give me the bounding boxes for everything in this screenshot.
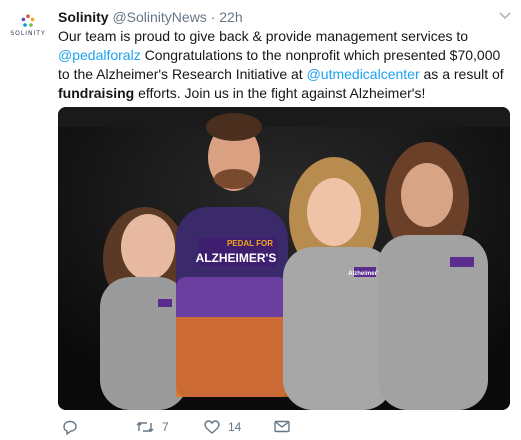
like-count: 14 bbox=[228, 420, 242, 434]
shirt-logo-text: Alzheimer's bbox=[348, 271, 382, 277]
jersey-text-line2: ALZHEIMER'S bbox=[196, 251, 277, 265]
tweet-photo[interactable]: PEDAL FOR ALZHEIMER'S Alzheimer's bbox=[58, 107, 510, 410]
direct-message-button[interactable] bbox=[274, 420, 290, 433]
separator: · bbox=[210, 9, 216, 25]
retweet-icon bbox=[136, 422, 154, 432]
text-part: Our team is proud to give back & provide… bbox=[58, 28, 469, 44]
avatar[interactable]: SOLINITY bbox=[8, 14, 48, 54]
timestamp[interactable]: 22h bbox=[219, 9, 242, 25]
author-name[interactable]: Solinity bbox=[58, 9, 109, 25]
text-part: efforts. Join us in the fight against Al… bbox=[134, 85, 426, 101]
reply-icon bbox=[63, 420, 77, 435]
chevron-down-icon[interactable] bbox=[499, 12, 511, 20]
brand-logo-text: SOLINITY bbox=[10, 30, 46, 37]
jersey-text-line1: PEDAL FOR bbox=[227, 239, 273, 248]
text-part: as a result of bbox=[419, 66, 504, 82]
retweet-count: 7 bbox=[162, 420, 169, 434]
tweet-actions: 7 14 bbox=[58, 420, 498, 438]
tweet-text: Our team is proud to give back & provide… bbox=[58, 27, 513, 103]
like-button[interactable]: 14 bbox=[204, 420, 241, 434]
author-handle[interactable]: @SolinityNews bbox=[112, 9, 206, 25]
bold-keyword: fundraising bbox=[58, 85, 135, 101]
mention-link[interactable]: @pedalforalz bbox=[58, 47, 141, 63]
group-photo: PEDAL FOR ALZHEIMER'S Alzheimer's bbox=[58, 107, 510, 410]
person-1 bbox=[100, 207, 188, 410]
tweet-header: Solinity @SolinityNews · 22h bbox=[58, 8, 243, 26]
solinity-logo-icon bbox=[21, 14, 35, 27]
envelope-icon bbox=[274, 420, 290, 433]
mention-link[interactable]: @utmedicalcenter bbox=[307, 66, 420, 82]
reply-button[interactable] bbox=[62, 420, 78, 435]
heart-icon bbox=[204, 420, 220, 434]
tweet-card[interactable]: SOLINITY Solinity @SolinityNews · 22h Ou… bbox=[0, 0, 521, 440]
retweet-button[interactable]: 7 bbox=[136, 420, 169, 434]
